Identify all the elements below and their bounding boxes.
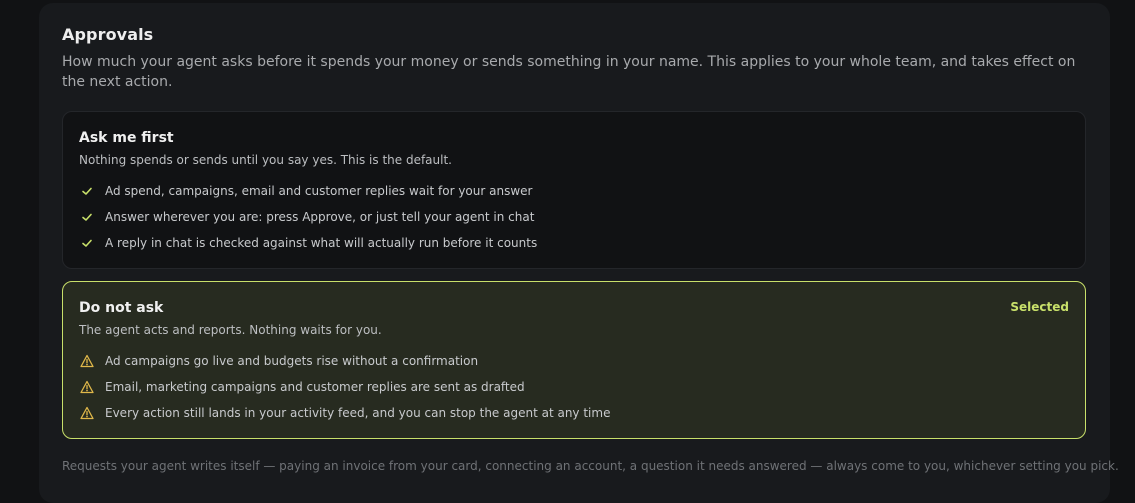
section-title: Approvals — [62, 25, 154, 44]
list-item: Ad spend, campaigns, email and customer … — [79, 181, 532, 201]
list-item-text: Ad spend, campaigns, email and customer … — [105, 184, 533, 198]
list-item: A reply in chat is checked against what … — [79, 233, 537, 253]
check-icon — [79, 235, 95, 251]
list-item: Ad campaigns go live and budgets rise wi… — [79, 351, 478, 371]
selected-badge: Selected — [1010, 300, 1069, 314]
check-icon — [79, 183, 95, 199]
option-title: Do not ask — [79, 300, 164, 316]
option-subtitle: The agent acts and reports. Nothing wait… — [79, 323, 382, 337]
option-subtitle: Nothing spends or sends until you say ye… — [79, 153, 452, 167]
warning-icon — [79, 379, 95, 395]
list-item-text: Every action still lands in your activit… — [105, 406, 611, 420]
list-item-text: Email, marketing campaigns and customer … — [105, 380, 525, 394]
option-title: Ask me first — [79, 130, 174, 146]
list-item: Every action still lands in your activit… — [79, 403, 610, 423]
section-description: How much your agent asks before it spend… — [62, 54, 1076, 90]
option-ask-me-first[interactable]: Ask me first Nothing spends or sends unt… — [62, 111, 1086, 269]
footnote: Requests your agent writes itself — payi… — [62, 459, 1119, 473]
list-item: Answer wherever you are: press Approve, … — [79, 207, 534, 227]
list-item: Email, marketing campaigns and customer … — [79, 377, 525, 397]
list-item-text: A reply in chat is checked against what … — [105, 236, 538, 250]
warning-icon — [79, 405, 95, 421]
list-item-text: Ad campaigns go live and budgets rise wi… — [105, 354, 479, 368]
option-do-not-ask[interactable]: Do not ask Selected The agent acts and r… — [62, 281, 1086, 439]
check-icon — [79, 209, 95, 225]
list-item-text: Answer wherever you are: press Approve, … — [105, 210, 535, 224]
warning-icon — [79, 353, 95, 369]
